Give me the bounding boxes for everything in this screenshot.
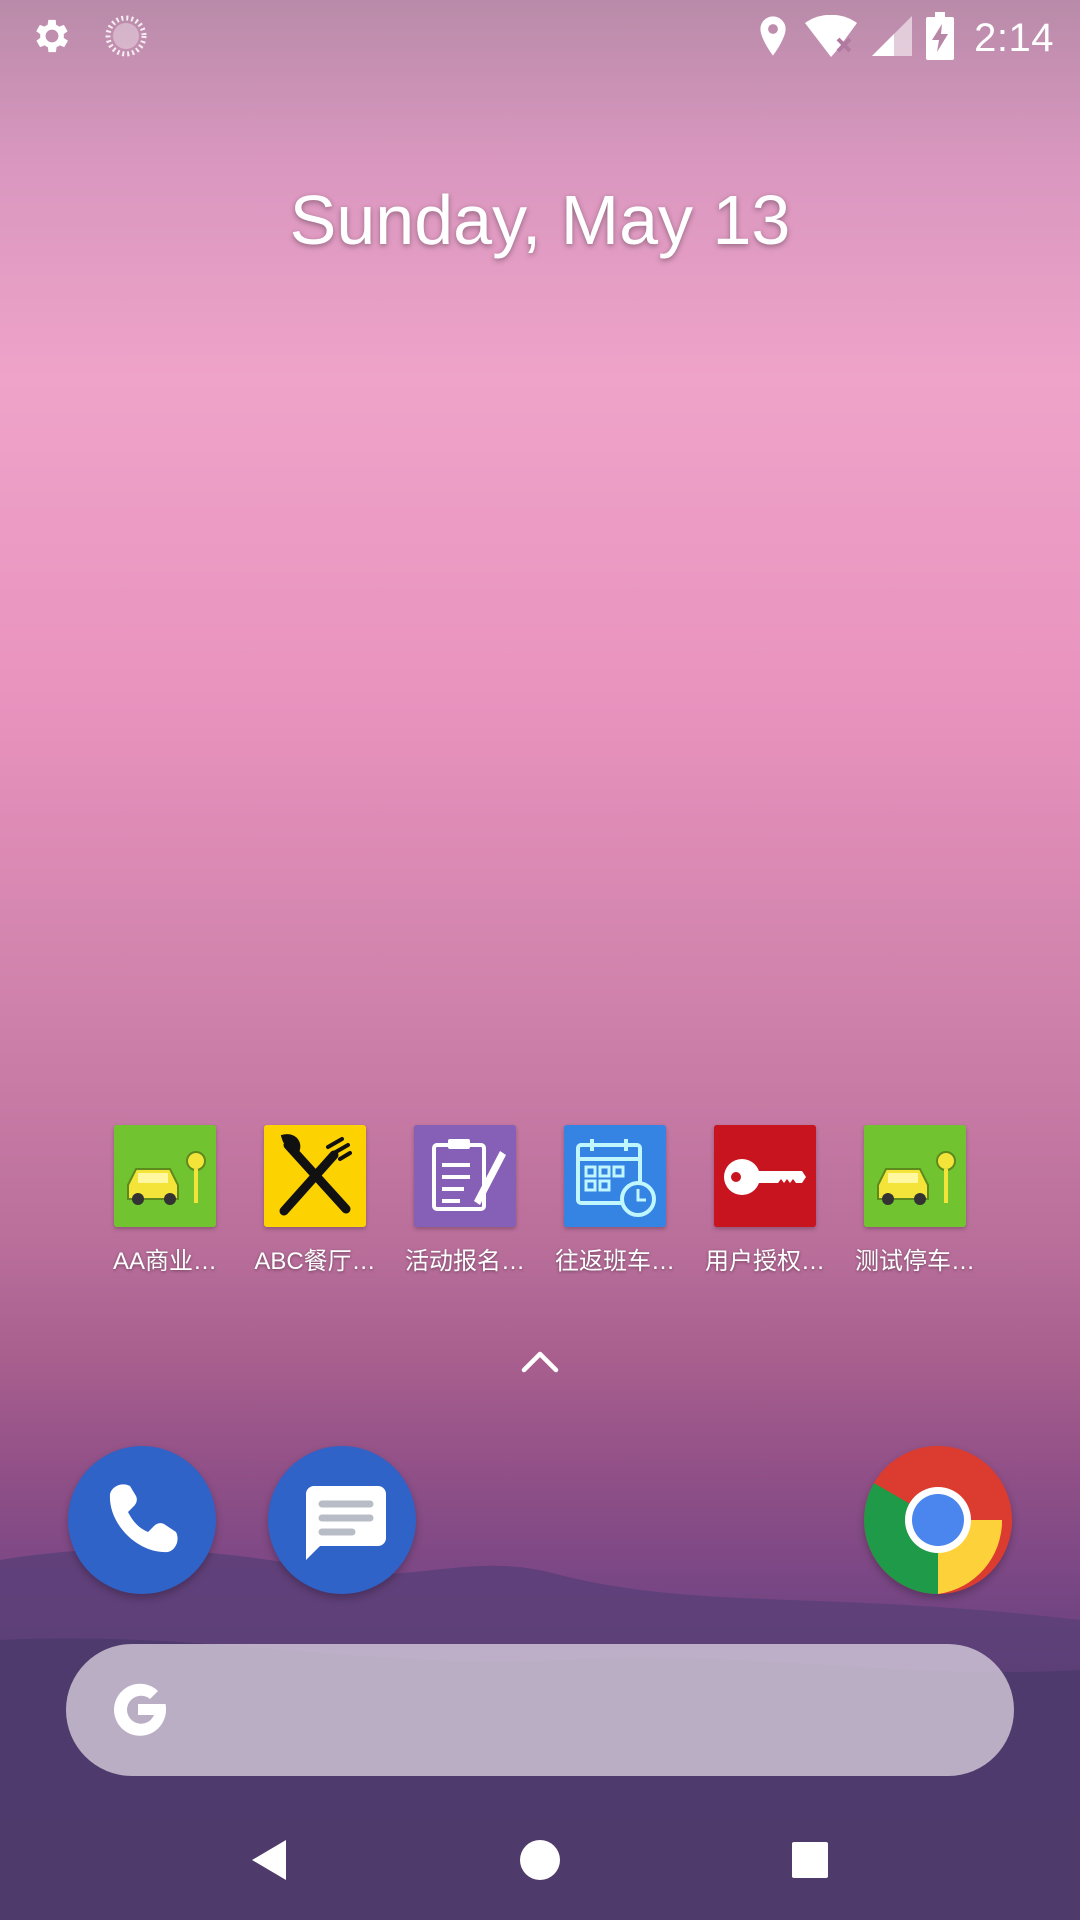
date-widget[interactable]: Sunday, May 13	[0, 180, 1080, 260]
app-label: 用户授权…	[705, 1248, 825, 1275]
cell-signal-icon	[872, 16, 913, 61]
app-label: 活动报名…	[405, 1248, 525, 1275]
status-bar: 2:14	[0, 0, 1080, 72]
recents-icon[interactable]	[778, 1828, 842, 1892]
wifi-off-icon	[804, 14, 858, 62]
key-icon	[714, 1125, 816, 1227]
gear-icon	[30, 14, 74, 63]
app-user-authorization[interactable]: 用户授权…	[690, 1125, 840, 1276]
calendar-clock-icon	[564, 1125, 666, 1227]
search-input[interactable]	[206, 1674, 970, 1748]
app-test-parking[interactable]: 测试停车…	[840, 1125, 990, 1276]
app-label: 测试停车…	[855, 1248, 975, 1275]
app-label: AA商业…	[112, 1248, 217, 1275]
chevron-up-icon[interactable]	[520, 1346, 560, 1376]
clipboard-pen-icon	[414, 1125, 516, 1227]
chrome-icon[interactable]	[864, 1446, 1012, 1594]
navigation-bar	[0, 1800, 1080, 1920]
battery-charging-icon	[926, 12, 955, 65]
app-label: 往返班车…	[555, 1248, 675, 1275]
app-event-signup[interactable]: 活动报名…	[390, 1125, 540, 1276]
app-label: ABC餐厅…	[254, 1248, 376, 1275]
fork-knife-icon	[264, 1125, 366, 1227]
google-search-bar[interactable]	[66, 1644, 1014, 1776]
location-pin-icon	[756, 15, 790, 62]
app-abc-restaurant[interactable]: ABC餐厅…	[240, 1125, 390, 1276]
phone-icon[interactable]	[68, 1446, 216, 1594]
google-g-icon	[114, 1683, 166, 1736]
car-parking-icon	[864, 1125, 966, 1227]
sync-spinner-icon	[104, 14, 148, 63]
app-aa-parking[interactable]: AA商业…	[90, 1125, 240, 1276]
clock-time: 2:14	[974, 16, 1054, 60]
home-icon[interactable]	[508, 1828, 572, 1892]
back-icon[interactable]	[238, 1828, 302, 1892]
car-parking-icon	[114, 1125, 216, 1227]
app-shuttle-bus[interactable]: 往返班车…	[540, 1125, 690, 1276]
messages-icon[interactable]	[268, 1446, 416, 1594]
home-app-row: AA商业… ABC餐厅… 活动报名… 往返班车… 用户授权… 测试停车…	[90, 1125, 990, 1276]
